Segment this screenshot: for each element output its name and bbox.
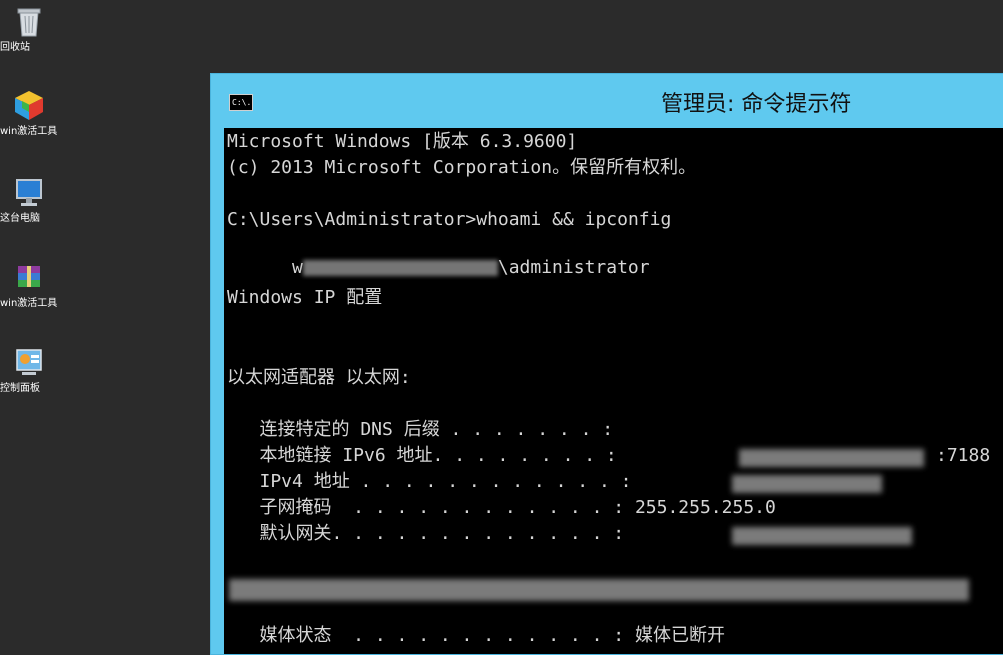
archive-icon — [12, 260, 46, 294]
whoami-prefix: w — [292, 257, 303, 278]
computer-icon — [12, 175, 46, 209]
console-line: 以太网适配器 以太网: — [227, 367, 411, 388]
cmd-app-icon[interactable]: C:\. — [229, 94, 253, 111]
desktop-icon-label: 回收站 — [0, 42, 30, 53]
redacted-ipv6 — [739, 449, 924, 467]
whoami-user: \administrator — [497, 257, 650, 278]
desktop-icon-this-pc[interactable]: 这台电脑 — [0, 175, 58, 225]
desktop-icon-label: win激活工具 — [0, 298, 58, 309]
console-line-subnet: 子网掩码 . . . . . . . . . . . . : 255.255.2… — [227, 497, 776, 518]
console-line: Windows IP 配置 — [227, 287, 383, 308]
desktop-icon-win-activator-2[interactable]: win激活工具 — [0, 260, 58, 310]
desktop-icon-control-panel[interactable]: 控制面板 — [0, 345, 58, 395]
redacted-ipv4 — [732, 475, 882, 493]
recycle-bin-icon — [12, 4, 46, 38]
desktop-icon-label: win激活工具 — [0, 126, 58, 137]
ipv6-suffix: :7188 — [936, 445, 991, 466]
console-line-media-state: 媒体状态 . . . . . . . . . . . . : 媒体已断开 — [227, 625, 725, 646]
console-line-ipv4: IPv4 地址 . . . . . . . . . . . . : — [227, 471, 632, 492]
control-panel-icon — [12, 345, 46, 379]
console-line-dns-suffix: 连接特定的 DNS 后缀 . . . . . . . : — [227, 419, 614, 440]
desktop-icon-win-activator[interactable]: win激活工具 — [0, 88, 58, 138]
redacted-adapter-heading — [229, 579, 969, 601]
desktop-icon-label: 这台电脑 — [0, 213, 40, 224]
console-output[interactable]: Microsoft Windows [版本 6.3.9600] (c) 2013… — [224, 128, 1003, 654]
desktop-icon-label: 控制面板 — [0, 383, 40, 394]
redacted-gateway — [732, 527, 912, 545]
console-line: Microsoft Windows [版本 6.3.9600] — [227, 131, 578, 152]
console-line: (c) 2013 Microsoft Corporation。保留所有权利。 — [227, 157, 697, 178]
cube-icon — [12, 88, 46, 122]
console-line: C:\Users\Administrator>whoami && ipconfi… — [227, 209, 672, 230]
redacted-hostname — [302, 260, 498, 276]
console-line-ipv6: 本地链接 IPv6 地址. . . . . . . . : — [227, 445, 617, 466]
console-line-gateway: 默认网关. . . . . . . . . . . . . : — [227, 523, 625, 544]
window-title: 管理员: 命令提示符 — [661, 92, 852, 117]
desktop-icon-recycle-bin[interactable]: 回收站 — [0, 4, 58, 54]
window-titlebar[interactable]: C:\. 管理员: 命令提示符 — [211, 74, 1003, 128]
cmd-window[interactable]: C:\. 管理员: 命令提示符 Microsoft Windows [版本 6.… — [210, 73, 1003, 655]
